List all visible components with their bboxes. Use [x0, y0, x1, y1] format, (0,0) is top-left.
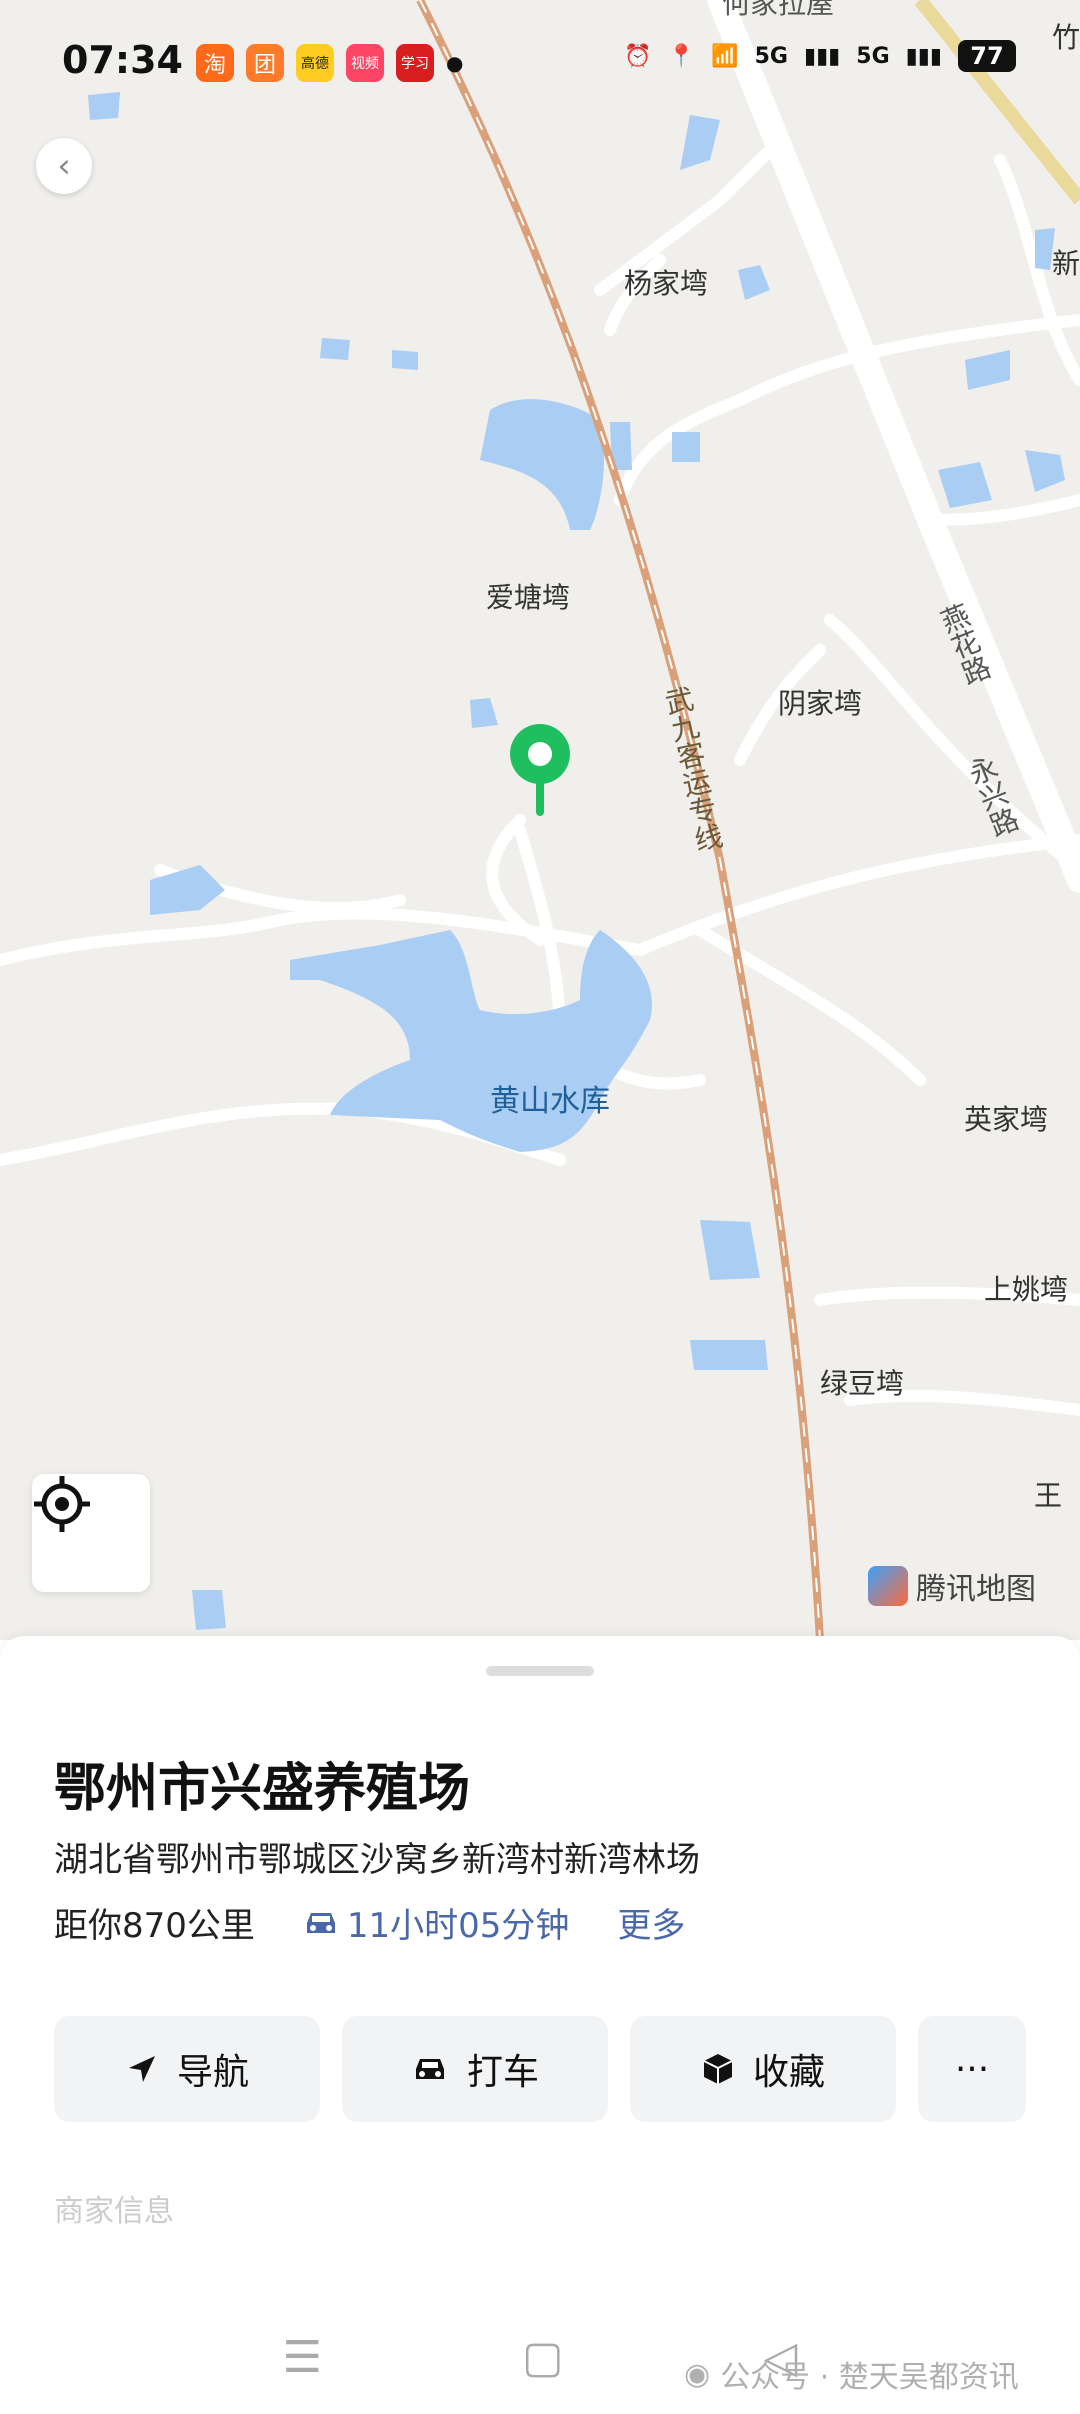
navigate-button[interactable]: 导航 [54, 2016, 320, 2122]
place-address: 湖北省鄂州市鄂城区沙窝乡新湾村新湾林场 [54, 1840, 700, 1880]
more-link[interactable]: 更多 [617, 1898, 685, 1947]
watermark-text: 公众号 · 楚天吴都资讯 [720, 2360, 1019, 2395]
car-icon [306, 1912, 335, 1933]
map-label-aitangwan[interactable]: 爱塘塆 [486, 576, 570, 616]
action-buttons: 导航 打车 收藏 ··· [54, 2016, 1026, 2122]
map-view[interactable]: 何家拉屋 竹 新 杨家塆 爱塘塆 阴家塆 黄山水库 英家塆 上姚塆 绿豆塆 王 … [0, 0, 1080, 1640]
taxi-label: 打车 [466, 2052, 539, 2093]
map-label: 新 [1052, 247, 1080, 280]
brand-label: 腾讯地图 [916, 1572, 1036, 1607]
status-right: ⏰ 📍 📶 5G ▮▮▮ 5G ▮▮▮ 77 [624, 40, 1016, 72]
favorite-label: 收藏 [752, 2052, 825, 2093]
signal-bars-icon: ▮▮▮ [803, 43, 841, 69]
crosshair-icon [34, 1476, 90, 1532]
signal-5g-label: 5G [754, 43, 788, 69]
wifi-icon: 📶 [711, 43, 739, 69]
back-button[interactable]: ‹ [36, 138, 92, 194]
navigate-label: 导航 [176, 2052, 249, 2093]
wechat-icon: ◉ [684, 2356, 711, 2392]
taxi-button[interactable]: 打车 [342, 2016, 608, 2122]
favorite-button[interactable]: 收藏 [630, 2016, 896, 2122]
home-icon[interactable]: ▢ [522, 2332, 564, 2383]
taobao-app-icon: 淘 [196, 44, 234, 82]
drive-time[interactable]: 11小时05分钟 [303, 1898, 570, 1947]
tencent-map-logo-icon [868, 1566, 908, 1606]
sheet-drag-handle[interactable] [486, 1666, 594, 1676]
distance-row: 距你870公里 11小时05分钟 更多 [54, 1898, 685, 1947]
drive-time-label: 11小时05分钟 [346, 1906, 570, 1946]
my-location-button[interactable] [32, 1474, 150, 1592]
map-label-yingjiawan[interactable]: 英家塆 [964, 1098, 1048, 1138]
more-notifications-dot-icon: ● [446, 51, 464, 75]
more-actions-button[interactable]: ··· [918, 2016, 1026, 2122]
map-label-lvdouwan[interactable]: 绿豆塆 [820, 1362, 904, 1402]
map-label-yangjiawan[interactable]: 杨家塆 [624, 262, 708, 302]
study-app-icon: 学习 [396, 44, 434, 82]
box-icon [703, 2054, 733, 2084]
map-label-huangshan-reservoir[interactable]: 黄山水库 [490, 1076, 610, 1120]
map-label-wang: 王 [1034, 1479, 1063, 1512]
status-time: 07:34 [62, 38, 183, 82]
map-label-shangyaowan[interactable]: 上姚塆 [984, 1268, 1068, 1308]
signal-5g-label-2: 5G [856, 43, 890, 69]
notification-icons: 淘 团 高德 视频 学习 ● [196, 44, 463, 82]
taxi-car-icon [415, 2059, 444, 2079]
distance-text: 距你870公里 [54, 1906, 255, 1946]
signal-bars-icon: ▮▮▮ [905, 43, 942, 69]
map-label-yinjiawan[interactable]: 阴家塆 [778, 682, 862, 722]
status-bar: 07:34 淘 团 高德 视频 学习 ● ⏰ 📍 📶 5G ▮▮▮ 5G ▮▮▮… [0, 0, 1080, 120]
menu-icon[interactable]: ☰ [283, 2332, 322, 2383]
alarm-icon: ⏰ [624, 43, 652, 69]
meituan-app-icon: 团 [246, 44, 284, 82]
section-hint: 商家信息 [54, 2194, 174, 2229]
location-icon: 📍 [667, 43, 696, 69]
navigation-arrow-icon [128, 2056, 155, 2082]
map-canvas [0, 0, 1080, 1640]
amap-app-icon: 高德 [296, 44, 334, 82]
battery-indicator: 77 [958, 40, 1016, 72]
location-pin-icon [510, 724, 570, 816]
chevron-left-icon: ‹ [57, 146, 71, 186]
place-title: 鄂州市兴盛养殖场 [54, 1759, 471, 1819]
video-app-icon: 视频 [346, 44, 384, 82]
more-dots-icon: ··· [954, 2048, 990, 2090]
watermark: ◉ 公众号 · 楚天吴都资讯 [684, 2352, 1019, 2396]
place-detail-sheet[interactable]: 鄂州市兴盛养殖场 湖北省鄂州市鄂城区沙窝乡新湾村新湾林场 距你870公里 11小… [0, 1636, 1080, 2414]
map-brand: 腾讯地图 [868, 1564, 1036, 1608]
